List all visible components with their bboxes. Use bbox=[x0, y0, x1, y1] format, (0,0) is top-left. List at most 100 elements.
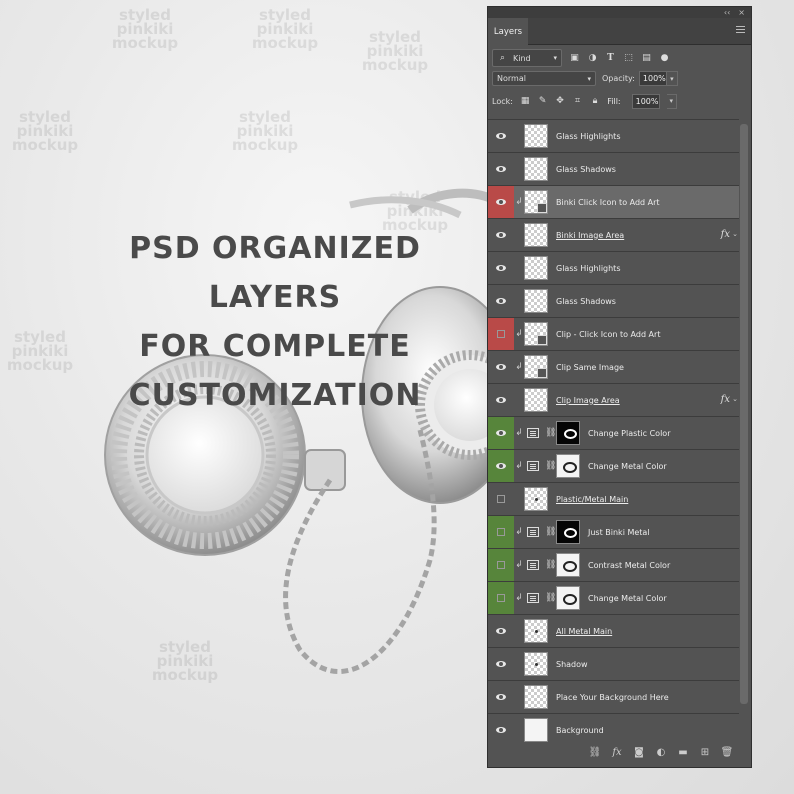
layer-row[interactable]: Binki Image Area fx ⌄ bbox=[488, 218, 739, 251]
layer-name[interactable]: Change Plastic Color bbox=[588, 429, 670, 438]
visibility-toggle[interactable] bbox=[488, 120, 514, 152]
layer-name[interactable]: Plastic/Metal Main bbox=[556, 495, 628, 504]
layer-name[interactable]: Glass Highlights bbox=[556, 264, 621, 273]
shape-filter-icon[interactable]: ⬚ bbox=[623, 53, 634, 64]
layer-name[interactable]: Place Your Background Here bbox=[556, 693, 669, 702]
adjustment-filter-icon[interactable]: ◑ bbox=[587, 53, 598, 64]
layer-thumbnail[interactable] bbox=[524, 619, 548, 643]
visibility-toggle[interactable] bbox=[488, 549, 514, 581]
layer-mask-thumbnail[interactable] bbox=[556, 520, 580, 544]
layer-name[interactable]: Clip Same Image bbox=[556, 363, 624, 372]
lock-position-icon[interactable]: ✥ bbox=[555, 96, 565, 107]
layer-name[interactable]: Change Metal Color bbox=[588, 594, 667, 603]
new-layer-icon[interactable]: ⊞ bbox=[699, 746, 711, 758]
add-mask-icon[interactable]: ◙ bbox=[633, 746, 645, 758]
layer-effects-icon[interactable]: fx bbox=[721, 394, 730, 405]
layer-name[interactable]: Binki Click Icon to Add Art bbox=[556, 198, 660, 207]
visibility-toggle[interactable] bbox=[488, 351, 514, 383]
panel-menu-icon[interactable] bbox=[736, 26, 745, 35]
close-panel-icon[interactable]: × bbox=[738, 8, 745, 17]
visibility-toggle[interactable] bbox=[488, 648, 514, 680]
layer-row[interactable]: Plastic/Metal Main bbox=[488, 482, 739, 515]
layer-row[interactable]: ↲ ⛓ Just Binki Metal bbox=[488, 515, 739, 548]
layer-thumbnail[interactable] bbox=[524, 487, 548, 511]
type-filter-icon[interactable]: T bbox=[605, 53, 616, 64]
image-filter-icon[interactable]: ▣ bbox=[569, 53, 580, 64]
blend-mode-select[interactable]: Normal ▾ bbox=[492, 71, 596, 86]
layer-mask-thumbnail[interactable] bbox=[556, 454, 580, 478]
layer-row[interactable]: ↲ ⛓ Contrast Metal Color bbox=[488, 548, 739, 581]
visibility-toggle[interactable] bbox=[488, 219, 514, 251]
lock-all-icon[interactable]: 🔒︎ bbox=[590, 96, 600, 107]
layer-thumbnail[interactable] bbox=[524, 289, 548, 313]
mask-link-icon[interactable]: ⛓ bbox=[545, 428, 556, 438]
layer-row[interactable]: ↲ Binki Click Icon to Add Art bbox=[488, 185, 739, 218]
lock-artboard-icon[interactable]: ⌗ bbox=[572, 96, 582, 107]
layer-thumbnail[interactable] bbox=[524, 355, 548, 379]
layer-row[interactable]: Clip Image Area fx ⌄ bbox=[488, 383, 739, 416]
visibility-toggle[interactable] bbox=[488, 483, 514, 515]
opacity-input[interactable]: 100% bbox=[638, 71, 667, 86]
layer-name[interactable]: Clip Image Area bbox=[556, 396, 620, 405]
layer-thumbnail[interactable] bbox=[524, 652, 548, 676]
layer-name[interactable]: Glass Highlights bbox=[556, 132, 621, 141]
visibility-toggle[interactable] bbox=[488, 153, 514, 185]
layer-name[interactable]: Change Metal Color bbox=[588, 462, 667, 471]
visibility-toggle[interactable] bbox=[488, 252, 514, 284]
mask-link-icon[interactable]: ⛓ bbox=[545, 461, 556, 471]
layer-mask-thumbnail[interactable] bbox=[556, 586, 580, 610]
layer-row[interactable]: All Metal Main bbox=[488, 614, 739, 647]
mask-link-icon[interactable]: ⛓ bbox=[545, 527, 556, 537]
layer-thumbnail[interactable] bbox=[524, 685, 548, 709]
layer-thumbnail[interactable] bbox=[524, 190, 548, 214]
visibility-toggle[interactable] bbox=[488, 285, 514, 317]
layer-name[interactable]: Binki Image Area bbox=[556, 231, 624, 240]
layer-name[interactable]: Glass Shadows bbox=[556, 297, 616, 306]
filter-toggle-icon[interactable]: ● bbox=[659, 53, 670, 64]
layer-row[interactable]: Glass Highlights bbox=[488, 119, 739, 152]
new-adjustment-icon[interactable]: ◐ bbox=[655, 746, 667, 758]
lock-image-icon[interactable]: ✎ bbox=[537, 96, 547, 107]
layer-thumbnail[interactable] bbox=[524, 322, 548, 346]
layers-scrollbar[interactable] bbox=[740, 124, 748, 704]
layer-mask-thumbnail[interactable] bbox=[556, 553, 580, 577]
layer-name[interactable]: Just Binki Metal bbox=[588, 528, 650, 537]
layer-name[interactable]: Clip - Click Icon to Add Art bbox=[556, 330, 660, 339]
visibility-toggle[interactable] bbox=[488, 384, 514, 416]
chevron-down-icon[interactable]: ⌄ bbox=[732, 395, 738, 403]
filter-kind-select[interactable]: ⌕ Kind ▾ bbox=[492, 49, 562, 67]
mask-link-icon[interactable]: ⛓ bbox=[545, 560, 556, 570]
layer-row[interactable]: Glass Highlights bbox=[488, 251, 739, 284]
fx-icon[interactable]: fx bbox=[611, 746, 623, 758]
visibility-toggle[interactable] bbox=[488, 516, 514, 548]
visibility-toggle[interactable] bbox=[488, 318, 514, 350]
layer-row[interactable]: ↲ ⛓ Change Plastic Color bbox=[488, 416, 739, 449]
visibility-toggle[interactable] bbox=[488, 417, 514, 449]
layer-row[interactable]: Place Your Background Here bbox=[488, 680, 739, 713]
fill-input[interactable]: 100% bbox=[631, 93, 660, 109]
new-group-icon[interactable]: ▬ bbox=[677, 746, 689, 758]
layer-row[interactable]: Glass Shadows bbox=[488, 284, 739, 317]
link-layers-icon[interactable]: ⛓ bbox=[589, 746, 602, 758]
tab-layers[interactable]: Layers bbox=[488, 18, 528, 45]
layer-name[interactable]: Shadow bbox=[556, 660, 588, 669]
layer-name[interactable]: All Metal Main bbox=[556, 627, 612, 636]
delete-layer-icon[interactable]: 🗑︎ bbox=[721, 746, 734, 758]
layer-mask-thumbnail[interactable] bbox=[556, 421, 580, 445]
layer-thumbnail[interactable] bbox=[524, 223, 548, 247]
layer-row[interactable]: Shadow bbox=[488, 647, 739, 680]
layer-name[interactable]: Contrast Metal Color bbox=[588, 561, 670, 570]
chevron-down-icon[interactable]: ▾ bbox=[666, 71, 678, 86]
layer-effects-icon[interactable]: fx bbox=[721, 229, 730, 240]
chevron-down-icon[interactable]: ▾ bbox=[666, 93, 677, 109]
layer-name[interactable]: Background bbox=[556, 726, 604, 735]
smart-object-filter-icon[interactable]: ▤ bbox=[641, 53, 652, 64]
visibility-toggle[interactable] bbox=[488, 186, 514, 218]
visibility-toggle[interactable] bbox=[488, 615, 514, 647]
layer-thumbnail[interactable] bbox=[524, 256, 548, 280]
visibility-toggle[interactable] bbox=[488, 582, 514, 614]
layer-row[interactable]: ↲ ⛓ Change Metal Color bbox=[488, 449, 739, 482]
visibility-toggle[interactable] bbox=[488, 450, 514, 482]
layer-thumbnail[interactable] bbox=[524, 388, 548, 412]
visibility-toggle[interactable] bbox=[488, 681, 514, 713]
